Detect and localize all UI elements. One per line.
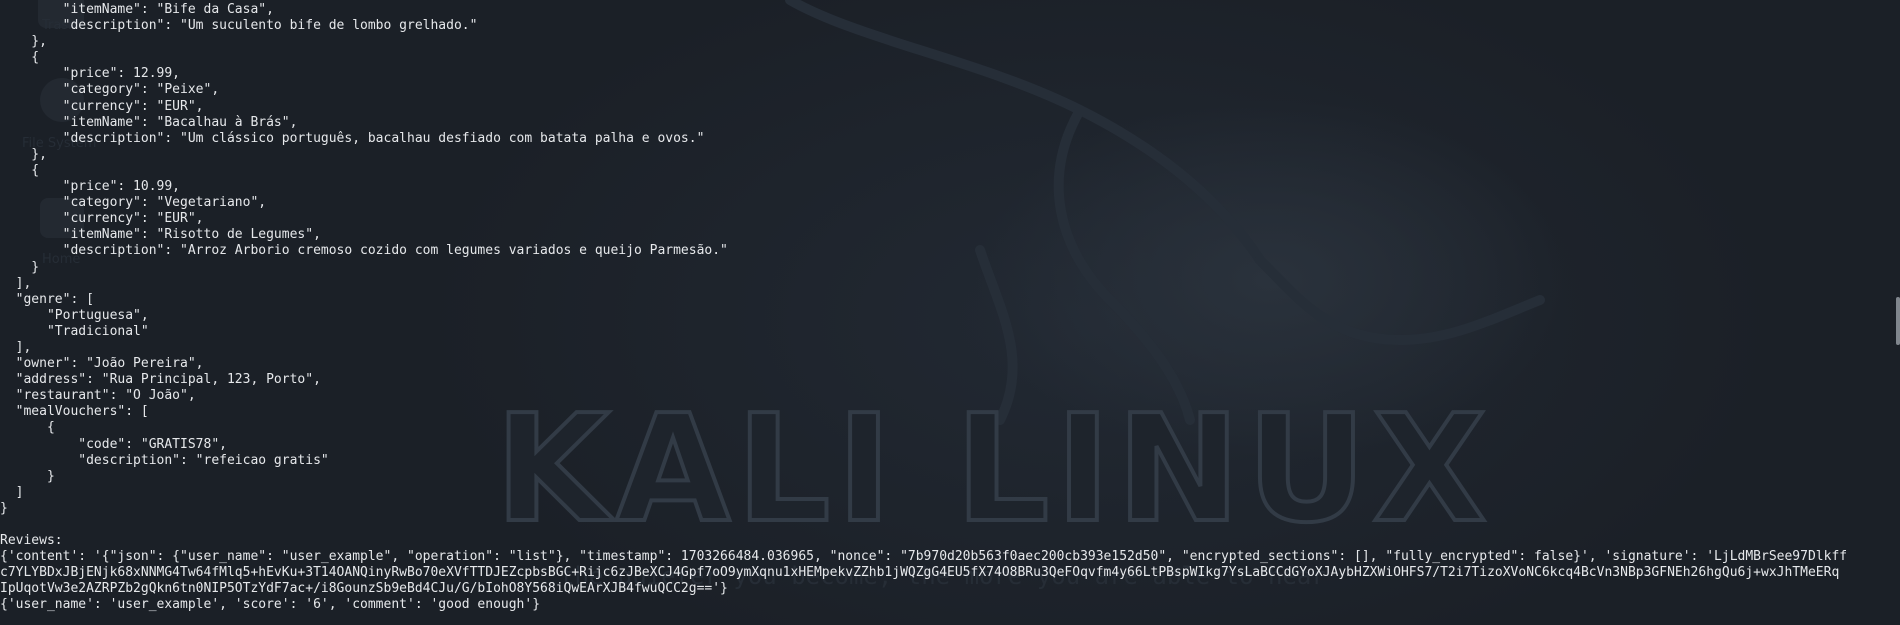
terminal-line: "genre": [ — [0, 291, 94, 307]
terminal-line: "price": 12.99, — [0, 66, 181, 82]
terminal-line: "category": "Vegetariano", — [0, 195, 267, 211]
terminal-line: "itemName": "Bacalhau à Brás", — [0, 114, 298, 130]
terminal-line: "currency": "EUR", — [0, 211, 204, 227]
terminal-line: "itemName": "Risotto de Legumes", — [0, 227, 321, 243]
terminal-line: "description": "refeicao gratis" — [0, 452, 329, 468]
terminal-line: ] — [0, 484, 24, 500]
terminal-line: "code": "GRATIS78", — [0, 436, 227, 452]
terminal-line: "restaurant": "O João", — [0, 388, 196, 404]
terminal-line: } — [0, 500, 8, 516]
terminal-line: { — [0, 162, 40, 178]
terminal-line: {'content': '{"json": {"user_name": "use… — [0, 549, 1848, 565]
terminal-line: c7YLYBDxJBjENjk68xNNMG4Tw64fMlq5+hEvKu+3… — [0, 565, 1840, 581]
terminal-line: "Tradicional" — [0, 323, 149, 339]
terminal-output[interactable]: "itemName": "Bife da Casa", "description… — [0, 0, 1900, 614]
terminal-window[interactable]: "itemName": "Bife da Casa", "description… — [0, 0, 1900, 625]
terminal-line: } — [0, 468, 55, 484]
terminal-line: IpUqotVw3e2AZRPZb2gQkn6tn0NIP5OTzYdF7ac+… — [0, 581, 728, 597]
terminal-line: "mealVouchers": [ — [0, 404, 149, 420]
terminal-line: "category": "Peixe", — [0, 82, 220, 98]
terminal-line: "address": "Rua Principal, 123, Porto", — [0, 372, 321, 388]
terminal-line: "description": "Um suculento bife de lom… — [0, 18, 478, 34]
terminal-line: "itemName": "Bife da Casa", — [0, 2, 274, 17]
terminal-line: "price": 10.99, — [0, 179, 181, 195]
terminal-line: "description": "Arroz Arborio cremoso co… — [0, 243, 728, 259]
terminal-line: "owner": "João Pereira", — [0, 356, 204, 372]
terminal-line: ], — [0, 339, 32, 355]
terminal-line: "Portuguesa", — [0, 307, 149, 323]
terminal-line: "currency": "EUR", — [0, 98, 204, 114]
terminal-line: } — [0, 259, 40, 275]
terminal-line: {'user_name': 'user_example', 'score': '… — [0, 597, 541, 613]
terminal-line: { — [0, 50, 40, 66]
terminal-line: }, — [0, 34, 47, 50]
terminal-scrollbar[interactable] — [1896, 297, 1900, 345]
terminal-line: }, — [0, 146, 47, 162]
terminal-line: { — [0, 420, 55, 436]
terminal-line: "description": "Um clássico português, b… — [0, 130, 705, 146]
terminal-line: Reviews: — [0, 533, 63, 549]
terminal-line: ], — [0, 275, 32, 291]
desktop: KALI LINUX the quieter you become, the m… — [0, 0, 1900, 625]
